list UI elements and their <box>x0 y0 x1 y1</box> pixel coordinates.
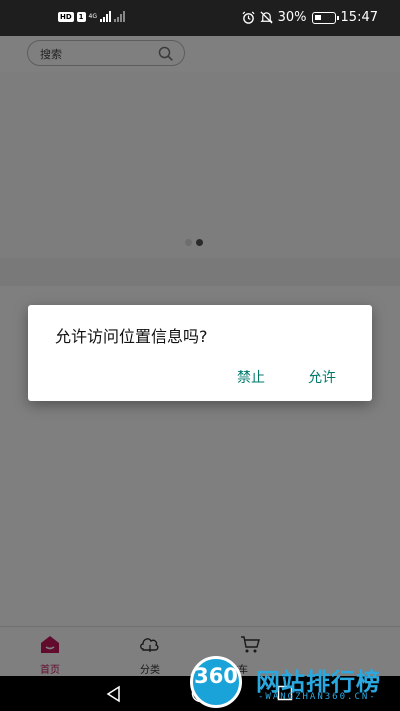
alarm-icon <box>242 11 255 24</box>
back-icon[interactable] <box>105 685 123 703</box>
watermark-logo: 360 网站排行榜 -WANGZHAN360.CN- <box>190 650 400 711</box>
sim-slot-badge: 1 <box>76 11 86 22</box>
clock: 15:47 <box>340 10 378 25</box>
battery-percent: 30% <box>277 10 307 25</box>
watermark-number: 360 <box>194 664 238 688</box>
mute-icon <box>260 11 273 24</box>
status-left: HD 1 4G <box>58 11 126 22</box>
deny-button[interactable]: 禁止 <box>233 365 269 389</box>
status-bar: HD 1 4G 30% 15:47 <box>0 0 400 36</box>
location-permission-dialog: 允许访问位置信息吗? 禁止 允许 <box>28 305 372 401</box>
dialog-title: 允许访问位置信息吗? <box>55 327 208 346</box>
status-right: 30% 15:47 <box>242 10 378 25</box>
hd-badge: HD <box>58 11 74 22</box>
battery-charging-icon <box>311 11 339 24</box>
watermark-subtitle: -WANGZHAN360.CN- <box>258 692 377 702</box>
signal-icon <box>100 11 112 22</box>
allow-button[interactable]: 允许 <box>304 365 340 389</box>
network-type: 4G <box>88 12 98 20</box>
signal-icon-2 <box>114 11 126 22</box>
